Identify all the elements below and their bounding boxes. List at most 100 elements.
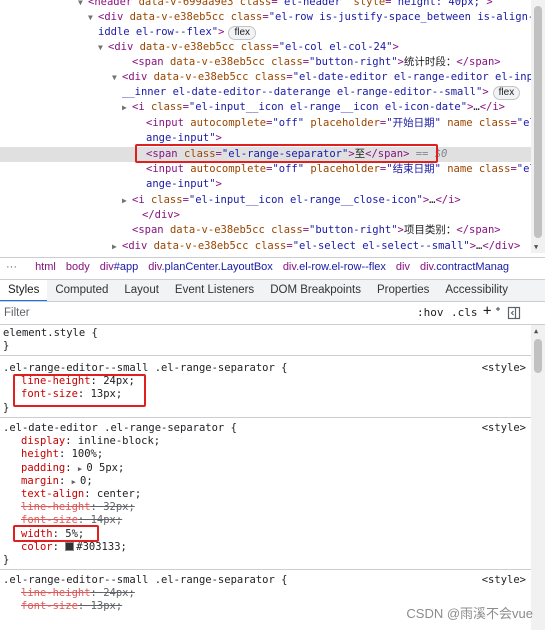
scroll-up-arrow-icon[interactable]: ▲ (534, 327, 538, 335)
property-value[interactable]: 14px (91, 514, 116, 526)
tab-dom-breakpoints[interactable]: DOM Breakpoints (262, 280, 369, 301)
dom-node[interactable]: <span data-v-e38eb5cc class="button-righ… (0, 55, 531, 70)
rule-source-link[interactable]: <style> (482, 574, 526, 587)
hover-state-toggle[interactable]: :hov (417, 305, 444, 321)
property-name[interactable]: line-height (21, 587, 91, 599)
property-value[interactable]: 0 5px (86, 462, 118, 474)
css-declaration[interactable]: line-height: 24px; (3, 587, 531, 600)
new-style-rule-button[interactable]: + (483, 303, 491, 319)
color-swatch-icon[interactable] (65, 541, 75, 551)
property-value[interactable]: 24px (103, 587, 128, 599)
css-declaration[interactable]: line-height: 32px; (3, 501, 531, 514)
tab-computed[interactable]: Computed (47, 280, 116, 301)
property-name[interactable]: line-height (21, 501, 91, 513)
flex-badge[interactable]: flex (492, 86, 521, 100)
css-declaration[interactable]: margin: ▶ 0; (3, 475, 531, 488)
dom-node[interactable]: ange-input"> (0, 131, 531, 146)
dom-node[interactable]: ange-input"> (0, 177, 531, 192)
rule-selector[interactable]: element.style { (3, 327, 98, 339)
property-value[interactable]: #303133 (76, 541, 120, 553)
property-name[interactable]: display (21, 435, 65, 447)
breadcrumb-item[interactable]: div#app (95, 258, 144, 277)
tab-properties[interactable]: Properties (369, 280, 437, 301)
styles-scrollbar[interactable]: ▲ (531, 325, 545, 630)
dom-node[interactable]: ▶ <i class="el-input__icon el-range__icon… (0, 100, 531, 115)
rule-selector[interactable]: .el-range-editor--small .el-range-separa… (3, 362, 287, 374)
class-toggle[interactable]: .cls (451, 305, 478, 321)
expand-triangle-icon[interactable]: ▶ (112, 239, 122, 253)
breadcrumb-item[interactable]: div.contractManag (415, 258, 514, 277)
collapse-triangle-icon[interactable]: ▼ (98, 40, 108, 55)
breadcrumb-item[interactable]: div.planCenter.LayoutBox (143, 258, 278, 277)
styles-filter-input[interactable] (4, 305, 304, 321)
property-name[interactable]: line-height (21, 375, 91, 387)
expand-triangle-icon[interactable]: ▶ (122, 193, 132, 208)
property-value[interactable]: 32px (103, 501, 128, 513)
property-name[interactable]: padding (21, 462, 65, 474)
elements-tree[interactable]: ··· ▼<header data-v-699aa9e3 class="el-h… (0, 0, 531, 253)
element-style-rule[interactable]: element.style {} (0, 327, 531, 357)
property-name[interactable]: color (21, 541, 53, 553)
property-name[interactable]: margin (21, 475, 59, 487)
dom-node[interactable]: ▼ <header data-v-699aa9e3 class="el-heade… (0, 0, 531, 10)
styles-pane[interactable]: element.style {} .el-range-editor--small … (0, 325, 531, 630)
css-declaration[interactable]: color: #303133; (3, 541, 531, 554)
dom-node-selected[interactable]: <span class="el-range-separator">至</span… (0, 147, 531, 162)
property-value[interactable]: 13px (91, 388, 116, 400)
css-rule[interactable]: .el-date-editor .el-range-separator {<st… (0, 422, 531, 571)
property-value[interactable]: 13px (91, 600, 116, 612)
breadcrumb-item[interactable]: div.el-row.el-row--flex (278, 258, 391, 277)
dom-node[interactable]: ▼ <div data-v-e38eb5cc class="el-col el-c… (0, 40, 531, 55)
css-declaration[interactable]: font-size: 13px; (3, 388, 531, 401)
flex-badge[interactable]: flex (228, 26, 256, 40)
breadcrumb-item[interactable]: div (391, 258, 415, 277)
css-rule[interactable]: .el-range-editor--small .el-range-separa… (0, 362, 531, 418)
tab-layout[interactable]: Layout (116, 280, 167, 301)
expand-shorthand-icon[interactable]: ▶ (72, 478, 80, 486)
rule-source-link[interactable]: <style> (482, 362, 526, 375)
dom-node[interactable]: ▶ <i class="el-input__icon el-range__clos… (0, 193, 531, 208)
property-value[interactable]: 5% (65, 528, 78, 540)
css-declaration[interactable]: height: 100%; (3, 448, 531, 461)
dom-node[interactable]: ▼ <div data-v-e38eb5cc class="el-row is-j… (0, 10, 531, 25)
property-value[interactable]: 24px (103, 375, 128, 387)
property-name[interactable]: font-size (21, 600, 78, 612)
property-value[interactable]: inline-block (78, 435, 154, 447)
breadcrumb-item[interactable]: html (30, 258, 61, 277)
css-declaration[interactable]: line-height: 24px; (3, 375, 531, 388)
css-declaration[interactable]: font-size: 14px; (3, 514, 531, 527)
css-declaration[interactable]: text-align: center; (3, 488, 531, 501)
css-declaration[interactable]: width: 5%; (3, 528, 531, 541)
scroll-down-arrow-icon[interactable]: ▼ (534, 243, 538, 251)
collapse-triangle-icon[interactable]: ▼ (78, 0, 88, 10)
tab-styles[interactable]: Styles (0, 280, 48, 301)
property-value[interactable]: center (97, 488, 135, 500)
property-value[interactable]: 100% (72, 448, 97, 460)
element-state-icon[interactable] (494, 306, 508, 320)
styles-scrollbar-thumb[interactable] (534, 339, 542, 373)
dom-node[interactable]: <span data-v-e38eb5cc class="button-righ… (0, 223, 531, 238)
property-name[interactable]: font-size (21, 514, 78, 526)
collapse-triangle-icon[interactable]: ▼ (88, 10, 98, 25)
dom-node[interactable]: ▶ <div data-v-e38eb5cc class="el-select e… (0, 239, 531, 253)
property-name[interactable]: text-align (21, 488, 84, 500)
tab-event-listeners[interactable]: Event Listeners (167, 280, 262, 301)
expand-triangle-icon[interactable]: ▶ (122, 100, 132, 115)
dom-node[interactable]: <input autocomplete="off" placeholder="开… (0, 116, 531, 131)
breadcrumb-overflow[interactable]: ··· (0, 261, 27, 273)
css-declaration[interactable]: display: inline-block; (3, 435, 531, 448)
toggle-computed-sidebar-icon[interactable] (507, 306, 521, 320)
elements-scrollbar[interactable]: ▼ (531, 0, 545, 253)
breadcrumb-item[interactable]: body (61, 258, 95, 277)
dom-node[interactable]: ▼ <div data-v-e38eb5cc class="el-date-edi… (0, 70, 531, 85)
dom-node[interactable]: __inner el-date-editor--daterange el-ran… (0, 85, 531, 100)
rule-source-link[interactable]: <style> (482, 422, 526, 435)
property-name[interactable]: height (21, 448, 59, 460)
dom-node[interactable]: iddle el-row--flex"> flex (0, 25, 531, 40)
elements-scrollbar-thumb[interactable] (534, 6, 542, 238)
rule-selector[interactable]: .el-range-editor--small .el-range-separa… (3, 574, 287, 586)
property-name[interactable]: width (21, 528, 53, 540)
dom-node[interactable]: <input autocomplete="off" placeholder="结… (0, 162, 531, 177)
collapse-triangle-icon[interactable]: ▼ (112, 70, 122, 85)
dom-node[interactable]: </div> (0, 208, 531, 223)
